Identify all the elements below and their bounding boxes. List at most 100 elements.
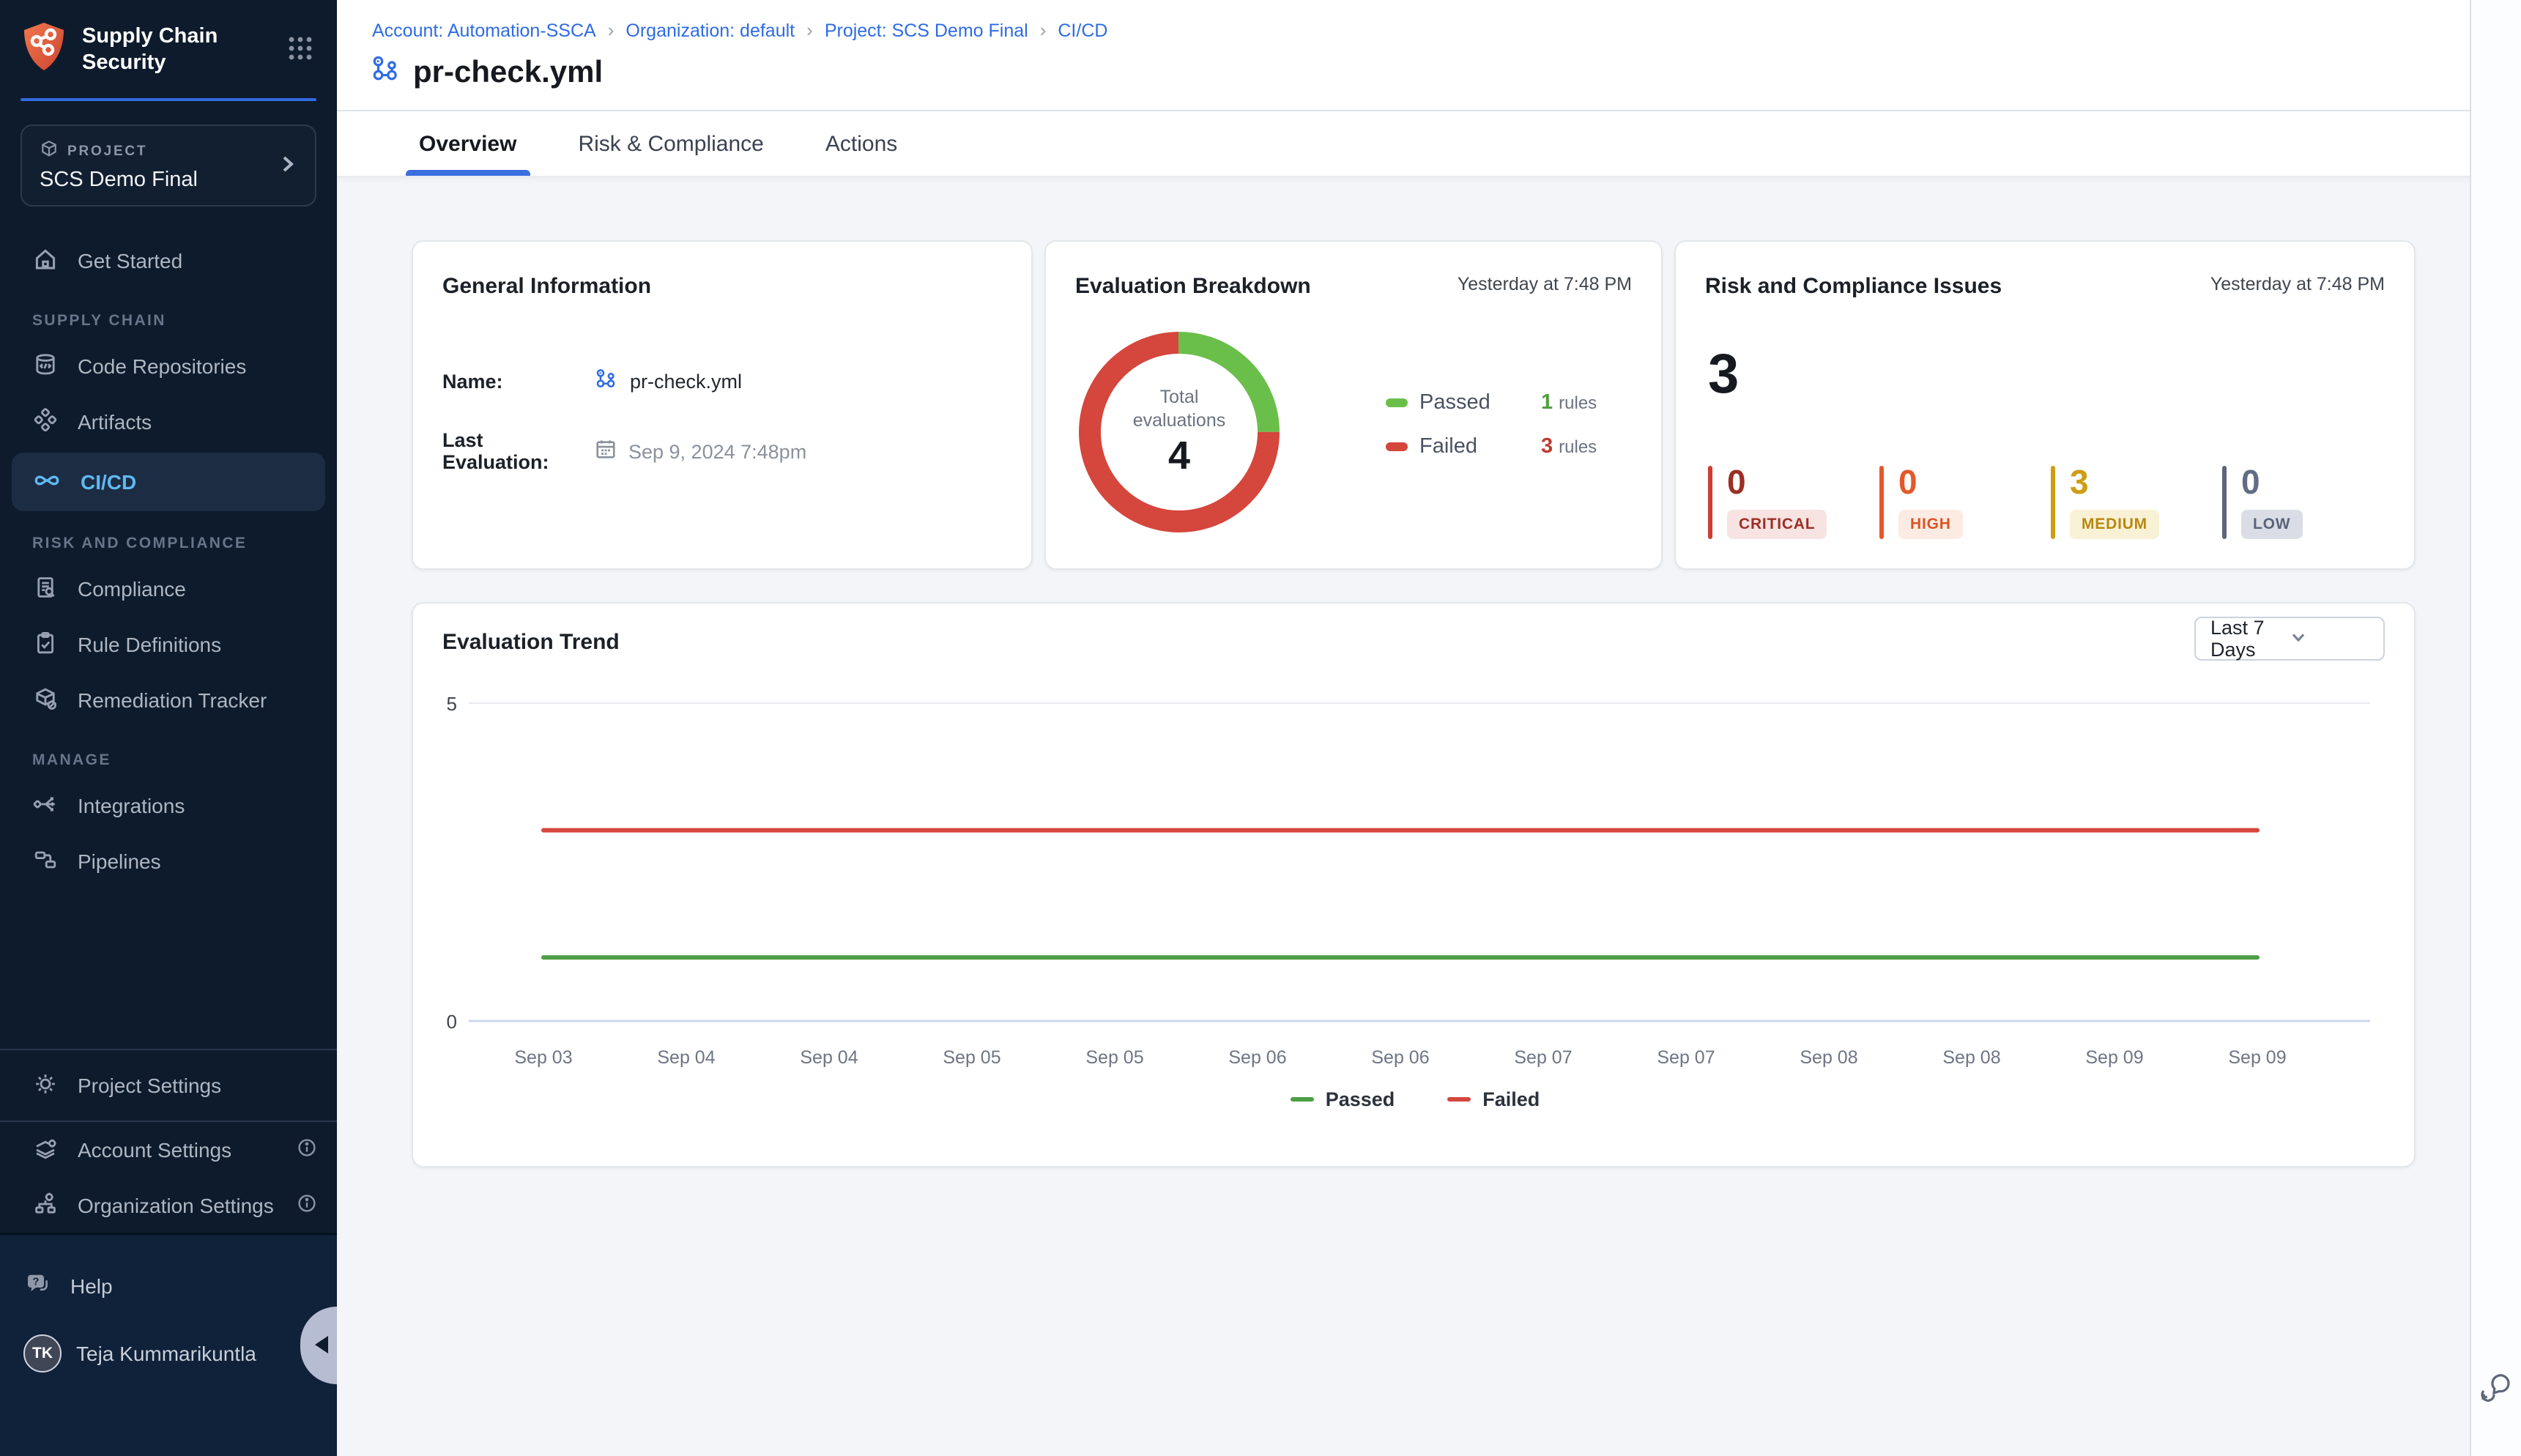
supply-chain-shield-icon	[21, 21, 67, 81]
breadcrumb-project-link[interactable]: Project: SCS Demo Final	[825, 20, 1028, 40]
chevron-right-icon	[277, 153, 297, 178]
severity-bar	[2051, 466, 2055, 539]
sidebar-item-code-repositories[interactable]: Code Repositories	[0, 338, 337, 394]
last-evaluation-label: Last Evaluation:	[442, 429, 583, 473]
trend-legend: Passed Failed	[442, 1088, 2388, 1110]
avatar: TK	[23, 1334, 62, 1373]
severity-critical: 0 CRITICAL	[1708, 466, 1860, 539]
svg-text:Sep 04: Sep 04	[800, 1047, 858, 1068]
breadcrumb-account-link[interactable]: Account: Automation-SSCA	[372, 20, 596, 40]
failed-swatch	[1386, 442, 1408, 451]
page-title: pr-check.yml	[413, 56, 603, 91]
tab-actions[interactable]: Actions	[812, 111, 910, 176]
passed-count: 1	[1541, 391, 1553, 415]
severity-bar	[1879, 466, 1884, 539]
code-repo-icon	[32, 351, 59, 382]
compliance-doc-icon	[32, 573, 59, 604]
severity-row: 0 CRITICAL 0 HIGH 3 MEDIUM	[1708, 466, 2375, 539]
user-name: Teja Kummarikuntla	[76, 1342, 256, 1365]
sidebar-item-cicd[interactable]: CI/CD	[12, 453, 325, 511]
sidebar-item-remediation-tracker[interactable]: Remediation Tracker	[0, 672, 337, 728]
sidebar-item-organization-settings[interactable]: Organization Settings	[0, 1178, 337, 1233]
tab-risk-compliance[interactable]: Risk & Compliance	[565, 111, 776, 176]
section-supply-chain: SUPPLY CHAIN	[0, 312, 337, 338]
gear-icon	[32, 1070, 59, 1101]
sidebar-item-compliance[interactable]: Compliance	[0, 561, 337, 617]
app-window: Supply Chain Security	[0, 0, 2521, 1456]
card-timestamp: Yesterday at 7:48 PM	[1458, 274, 1632, 294]
svg-text:Sep 09: Sep 09	[2228, 1047, 2286, 1068]
user-menu[interactable]: TK Teja Kummarikuntla	[0, 1314, 337, 1373]
sidebar-item-pipelines[interactable]: Pipelines	[0, 833, 337, 889]
svg-text:5: 5	[447, 693, 457, 715]
sidebar-item-project-settings[interactable]: Project Settings	[0, 1050, 337, 1121]
severity-bar	[1708, 466, 1712, 539]
page-header: Account: Automation-SSCA › Organization:…	[337, 0, 2521, 176]
cube-icon	[40, 139, 59, 163]
pipeline-name-value: pr-check.yml	[630, 371, 742, 393]
home-icon	[32, 245, 59, 276]
breadcrumb-separator: ›	[806, 19, 813, 41]
sidebar-item-integrations[interactable]: Integrations	[0, 778, 337, 833]
last-evaluation-value: Sep 9, 2024 7:48pm	[628, 440, 806, 462]
svg-text:Sep 08: Sep 08	[1942, 1047, 2000, 1068]
svg-text:Sep 09: Sep 09	[2085, 1047, 2143, 1068]
project-selector[interactable]: PROJECT SCS Demo Final	[21, 125, 316, 207]
chat-bubbles-icon[interactable]	[2479, 1370, 2514, 1412]
breadcrumb-cicd-link[interactable]: CI/CD	[1058, 20, 1107, 40]
general-information-card: General Information Name: pr-check.yml L…	[412, 240, 1033, 570]
breadcrumb-organization-link[interactable]: Organization: default	[625, 20, 795, 40]
product-name: Supply Chain Security	[82, 25, 270, 77]
svg-text:Sep 03: Sep 03	[514, 1047, 572, 1068]
trend-legend-item: Passed	[1291, 1088, 1395, 1110]
sidebar-item-get-started[interactable]: Get Started	[0, 233, 337, 289]
chevron-down-icon	[2290, 628, 2369, 650]
card-title: Evaluation Trend	[442, 630, 620, 655]
info-icon[interactable]	[297, 1194, 316, 1217]
tab-bar: Overview Risk & Compliance Actions	[337, 111, 2521, 176]
info-icon[interactable]	[297, 1138, 316, 1162]
help-chat-icon: ?	[23, 1270, 51, 1302]
sidebar-item-account-settings[interactable]: Account Settings	[0, 1122, 337, 1178]
artifacts-icon	[32, 406, 59, 437]
org-gear-icon	[32, 1190, 59, 1221]
trend-line-chart: 50Sep 03Sep 04Sep 04Sep 05Sep 05Sep 06Se…	[442, 674, 2388, 1110]
name-label: Name:	[442, 371, 583, 393]
card-title: Evaluation Breakdown	[1075, 274, 1311, 299]
sidebar-footer: ? Help TK Teja Kummarikuntla	[0, 1233, 337, 1456]
severity-bar	[2222, 466, 2227, 539]
evaluation-breakdown-card: Evaluation Breakdown Yesterday at 7:48 P…	[1044, 240, 1663, 570]
breakdown-legend: Passed 1 rules Failed 3 rules	[1386, 391, 1597, 458]
svg-text:Sep 05: Sep 05	[943, 1047, 1000, 1068]
module-switcher-grid-icon[interactable]	[284, 32, 316, 69]
legend-item-failed: Failed 3 rules	[1386, 435, 1597, 458]
page-content: General Information Name: pr-check.yml L…	[337, 176, 2521, 1456]
sidebar-nav: Get Started SUPPLY CHAIN Code Repositori…	[0, 233, 337, 889]
severity-badge: MEDIUM	[2070, 510, 2159, 539]
brand-underline	[21, 98, 316, 101]
donut-total-value: 4	[1168, 434, 1190, 480]
date-range-select[interactable]: Last 7 Days	[2194, 617, 2385, 661]
evaluation-trend-card: Evaluation Trend Last 7 Days 5 0 Sep 03 Sep…	[412, 602, 2416, 1167]
main-area: Account: Automation-SSCA › Organization:…	[337, 0, 2521, 1456]
svg-text:0: 0	[447, 1011, 457, 1033]
sidebar-item-rule-definitions[interactable]: Rule Definitions	[0, 617, 337, 672]
pipelines-icon	[32, 846, 59, 877]
severity-medium: 3 MEDIUM	[2051, 466, 2203, 539]
trend-legend-item: Failed	[1447, 1088, 1540, 1110]
calendar-icon	[595, 438, 617, 464]
severity-badge: CRITICAL	[1727, 510, 1827, 539]
sidebar-item-artifacts[interactable]: Artifacts	[0, 394, 337, 450]
tab-overview[interactable]: Overview	[406, 111, 530, 176]
sidebar: Supply Chain Security	[0, 0, 337, 1456]
sidebar-item-help[interactable]: ? Help	[0, 1258, 337, 1314]
clipboard-check-icon	[32, 629, 59, 660]
breadcrumb-separator: ›	[608, 19, 615, 41]
section-risk-compliance: RISK AND COMPLIANCE	[0, 535, 337, 561]
donut-center-label: Total evaluations	[1116, 385, 1242, 433]
right-rail	[2470, 0, 2521, 1456]
failed-count: 3	[1541, 435, 1553, 458]
svg-text:?: ?	[32, 1275, 39, 1288]
svg-text:Sep 06: Sep 06	[1371, 1047, 1429, 1068]
svg-text:Sep 05: Sep 05	[1085, 1047, 1143, 1068]
